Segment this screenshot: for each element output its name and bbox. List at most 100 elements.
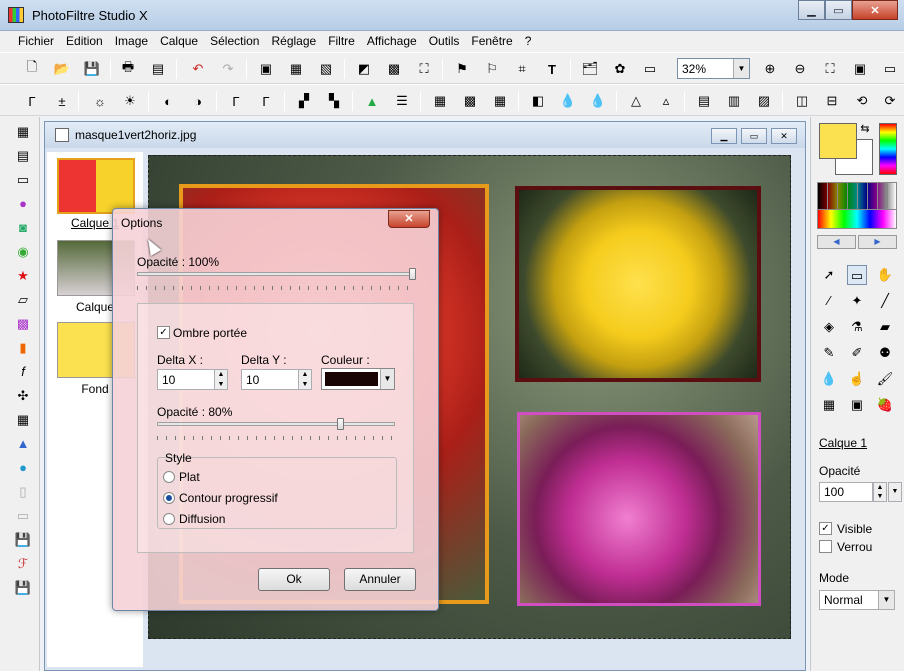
menu-help[interactable]: ? xyxy=(519,31,538,52)
text-icon[interactable]: T xyxy=(542,59,562,79)
maximize-button[interactable]: ▭ xyxy=(825,0,852,20)
window-icon[interactable]: ▭ xyxy=(640,59,660,79)
rotate-right-icon[interactable]: ⟳ xyxy=(880,91,900,111)
zoom-in-icon[interactable]: ⊕ xyxy=(760,59,780,79)
hand-icon[interactable]: ✋ xyxy=(875,265,895,285)
style-progressive-radio[interactable] xyxy=(163,492,175,504)
close-button[interactable]: ✕ xyxy=(852,0,898,20)
shadow-opacity-track[interactable] xyxy=(157,422,395,426)
save-html-icon[interactable]: 💾 xyxy=(14,579,32,597)
orb-icon[interactable]: ● xyxy=(14,459,32,477)
layer-name-link[interactable]: Calque 1 xyxy=(819,436,867,450)
clone-brush-icon[interactable]: 🖌 xyxy=(875,369,895,389)
doc-maximize-button[interactable]: ▭ xyxy=(741,128,767,144)
monitor-icon[interactable]: ▭ xyxy=(14,171,32,189)
ok-button[interactable]: Ok xyxy=(258,568,330,591)
sharpen-icon[interactable]: △ xyxy=(626,91,646,111)
brightness-plus-icon[interactable]: ☀ xyxy=(120,91,140,111)
balance-icon[interactable]: ☰ xyxy=(392,91,412,111)
gamma-plus-icon[interactable]: Γ xyxy=(256,91,276,111)
opacity-dropdown[interactable]: ▼ xyxy=(888,482,902,502)
delta-y-input[interactable]: 10 xyxy=(241,369,299,390)
tag-icon[interactable]: ⛶ xyxy=(414,59,434,79)
layer-opacity-track[interactable] xyxy=(137,272,413,276)
shadow-opacity-slider[interactable] xyxy=(337,418,344,430)
auto-contrast-icon[interactable]: ± xyxy=(52,91,72,111)
auto-levels-icon[interactable]: Γ xyxy=(22,91,42,111)
scan-icon[interactable]: ▤ xyxy=(148,59,168,79)
brush-icon[interactable]: ✎ xyxy=(819,343,839,363)
color-spectrum[interactable] xyxy=(879,123,897,175)
globe-icon[interactable]: ◉ xyxy=(14,243,32,261)
magic-wand-icon[interactable]: ✦ xyxy=(847,291,867,311)
mirror-icon[interactable]: ◧ xyxy=(528,91,548,111)
blend-mode-select[interactable]: Normal ▼ xyxy=(819,590,895,610)
contrast-plus-icon[interactable]: ◑ xyxy=(188,91,208,111)
mosaic-b-icon[interactable]: ▩ xyxy=(460,91,480,111)
undo-icon[interactable]: ↶ xyxy=(188,59,208,79)
actual-size-icon[interactable]: ▣ xyxy=(850,59,870,79)
strawberry-icon[interactable]: 🍓 xyxy=(875,395,895,415)
line-icon[interactable]: ╱ xyxy=(875,291,895,311)
copy-icon[interactable]: ▣ xyxy=(256,59,276,79)
mosaic-a-icon[interactable]: ▦ xyxy=(430,91,450,111)
shadow-color-picker[interactable]: ▼ xyxy=(321,368,395,390)
style-flat-radio[interactable] xyxy=(163,471,175,483)
function-icon[interactable]: f xyxy=(14,363,32,381)
selection-icon[interactable]: ▭ xyxy=(847,265,867,285)
visible-checkbox[interactable]: ✓ xyxy=(819,522,832,535)
stamp-icon[interactable]: ⚉ xyxy=(875,343,895,363)
filter-b-icon[interactable]: ⚐ xyxy=(482,59,502,79)
blur-drop-icon[interactable]: 💧 xyxy=(819,369,839,389)
menu-fichier[interactable]: Fichier xyxy=(12,31,60,52)
clipboard-icon[interactable]: ▤ xyxy=(14,147,32,165)
delta-x-input[interactable]: 10 xyxy=(157,369,215,390)
histogram-icon[interactable]: ▲ xyxy=(362,91,382,111)
doc-close-button[interactable]: ✕ xyxy=(771,128,797,144)
portrait-icon[interactable]: ▣ xyxy=(847,395,867,415)
star-icon[interactable]: ★ xyxy=(14,267,32,285)
menu-fenetre[interactable]: Fenêtre xyxy=(465,31,518,52)
saturation-minus-icon[interactable]: ▞ xyxy=(294,91,314,111)
pointer-icon[interactable]: ➚ xyxy=(819,265,839,285)
menu-calque[interactable]: Calque xyxy=(154,31,204,52)
layer-opacity-slider[interactable] xyxy=(409,268,416,280)
blur-icon[interactable]: ▵ xyxy=(656,91,676,111)
layer-thumbnail-calque1[interactable] xyxy=(57,158,135,214)
effect-icon[interactable]: ▨ xyxy=(754,91,774,111)
gradient-fill-icon[interactable]: ▥ xyxy=(724,91,744,111)
pattern-tool-icon[interactable]: ▦ xyxy=(819,395,839,415)
gradient-icon[interactable]: ◩ xyxy=(354,59,374,79)
menu-selection[interactable]: Sélection xyxy=(204,31,265,52)
save-icon[interactable]: 💾 xyxy=(82,59,102,79)
lock-checkbox[interactable] xyxy=(819,540,832,553)
histogram-small-icon[interactable]: ▲ xyxy=(14,435,32,453)
brightness-minus-icon[interactable]: ☼ xyxy=(90,91,110,111)
menu-filtre[interactable]: Filtre xyxy=(322,31,361,52)
save-2000-icon[interactable]: 💾 xyxy=(14,531,32,549)
menu-image[interactable]: Image xyxy=(109,31,154,52)
drop-a-icon[interactable]: 💧 xyxy=(558,91,578,111)
foreground-color-swatch[interactable] xyxy=(819,123,857,159)
menu-affichage[interactable]: Affichage xyxy=(361,31,423,52)
sphere-icon[interactable]: ● xyxy=(14,195,32,213)
menu-edition[interactable]: Edition xyxy=(60,31,109,52)
fullscreen-icon[interactable]: ▭ xyxy=(880,59,900,79)
color-gradient-icon[interactable]: ▮ xyxy=(14,339,32,357)
dialog-close-button[interactable]: ✕ xyxy=(388,210,430,228)
saturation-plus-icon[interactable]: ▚ xyxy=(324,91,344,111)
drop-shadow-checkbox[interactable]: ✓ xyxy=(157,326,170,339)
fit-window-icon[interactable]: ⛶ xyxy=(820,59,840,79)
menu-outils[interactable]: Outils xyxy=(423,31,466,52)
copy-disabled-icon[interactable]: ▯ xyxy=(14,483,32,501)
flip-v-icon[interactable]: ⊟ xyxy=(822,91,842,111)
keyboard-icon[interactable]: ▭ xyxy=(14,507,32,525)
minimize-button[interactable]: ▁ xyxy=(798,0,825,20)
paste-new-icon[interactable]: ▧ xyxy=(316,59,336,79)
zoom-select[interactable]: 32% ▼ xyxy=(677,58,750,79)
doc-minimize-button[interactable]: ▁ xyxy=(711,128,737,144)
color-grid-icon[interactable]: ▩ xyxy=(384,59,404,79)
robot-icon[interactable]: ◙ xyxy=(14,219,32,237)
contrast-minus-icon[interactable]: ◐ xyxy=(158,91,178,111)
opacity-spinner[interactable]: ▲ ▼ xyxy=(873,482,887,502)
